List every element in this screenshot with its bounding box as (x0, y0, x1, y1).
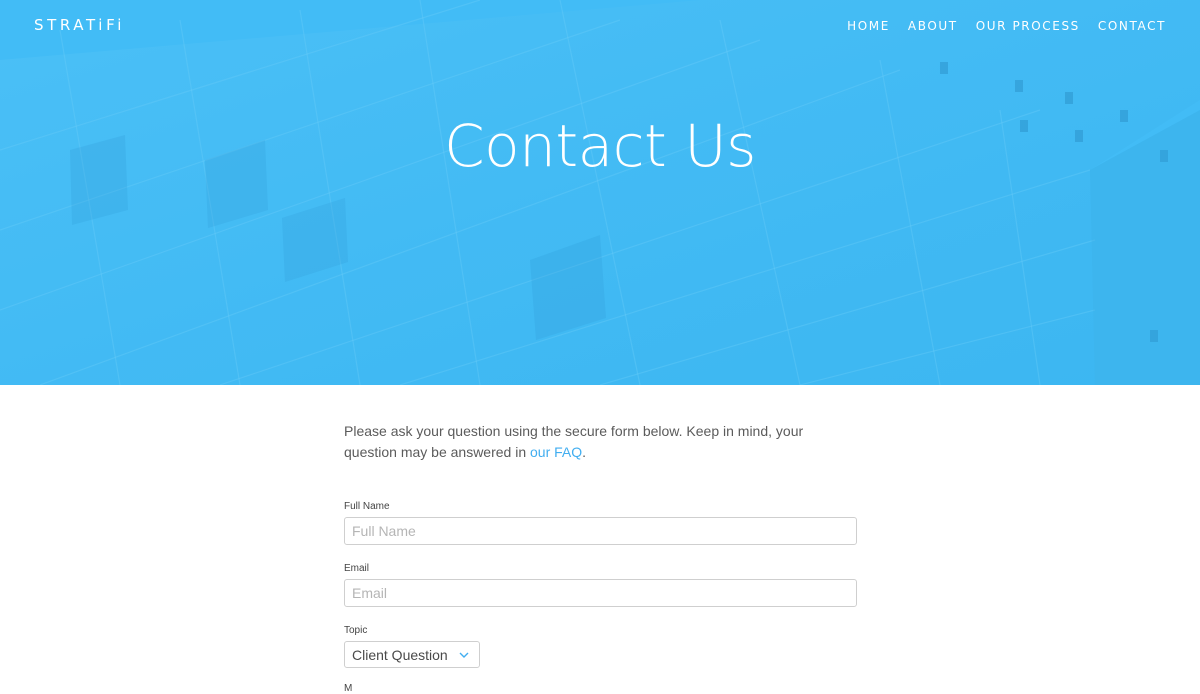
topic-group: Topic Client Question (344, 625, 480, 668)
email-input[interactable] (344, 579, 857, 607)
email-group: Email (344, 563, 857, 607)
full-name-label: Full Name (344, 501, 390, 512)
chevron-down-icon (459, 652, 469, 658)
email-label: Email (344, 563, 370, 574)
topic-select[interactable]: Client Question (344, 641, 480, 668)
nav-our-process[interactable]: OUR PROCESS (976, 19, 1080, 33)
page-title: Contact Us (444, 112, 756, 180)
main-nav: HOME ABOUT OUR PROCESS CONTACT (847, 19, 1166, 33)
topic-selected-value: Client Question (352, 646, 448, 663)
contact-form-section: Please ask your question using the secur… (344, 385, 858, 694)
full-name-input[interactable] (344, 517, 857, 545)
intro-paragraph: Please ask your question using the secur… (344, 421, 834, 463)
hero-banner: STRATiFi HOME ABOUT OUR PROCESS CONTACT … (0, 0, 1200, 385)
brand-logo[interactable]: STRATiFi (34, 16, 125, 34)
building-facade-background (0, 0, 1200, 385)
faq-link[interactable]: our FAQ (530, 444, 582, 460)
top-navigation-bar: STRATiFi HOME ABOUT OUR PROCESS CONTACT (0, 0, 1200, 54)
topic-label: Topic (344, 625, 368, 636)
nav-contact[interactable]: CONTACT (1098, 19, 1166, 33)
intro-text-end: . (582, 444, 587, 460)
full-name-group: Full Name (344, 501, 857, 545)
nav-about[interactable]: ABOUT (908, 19, 958, 33)
nav-home[interactable]: HOME (847, 19, 890, 33)
